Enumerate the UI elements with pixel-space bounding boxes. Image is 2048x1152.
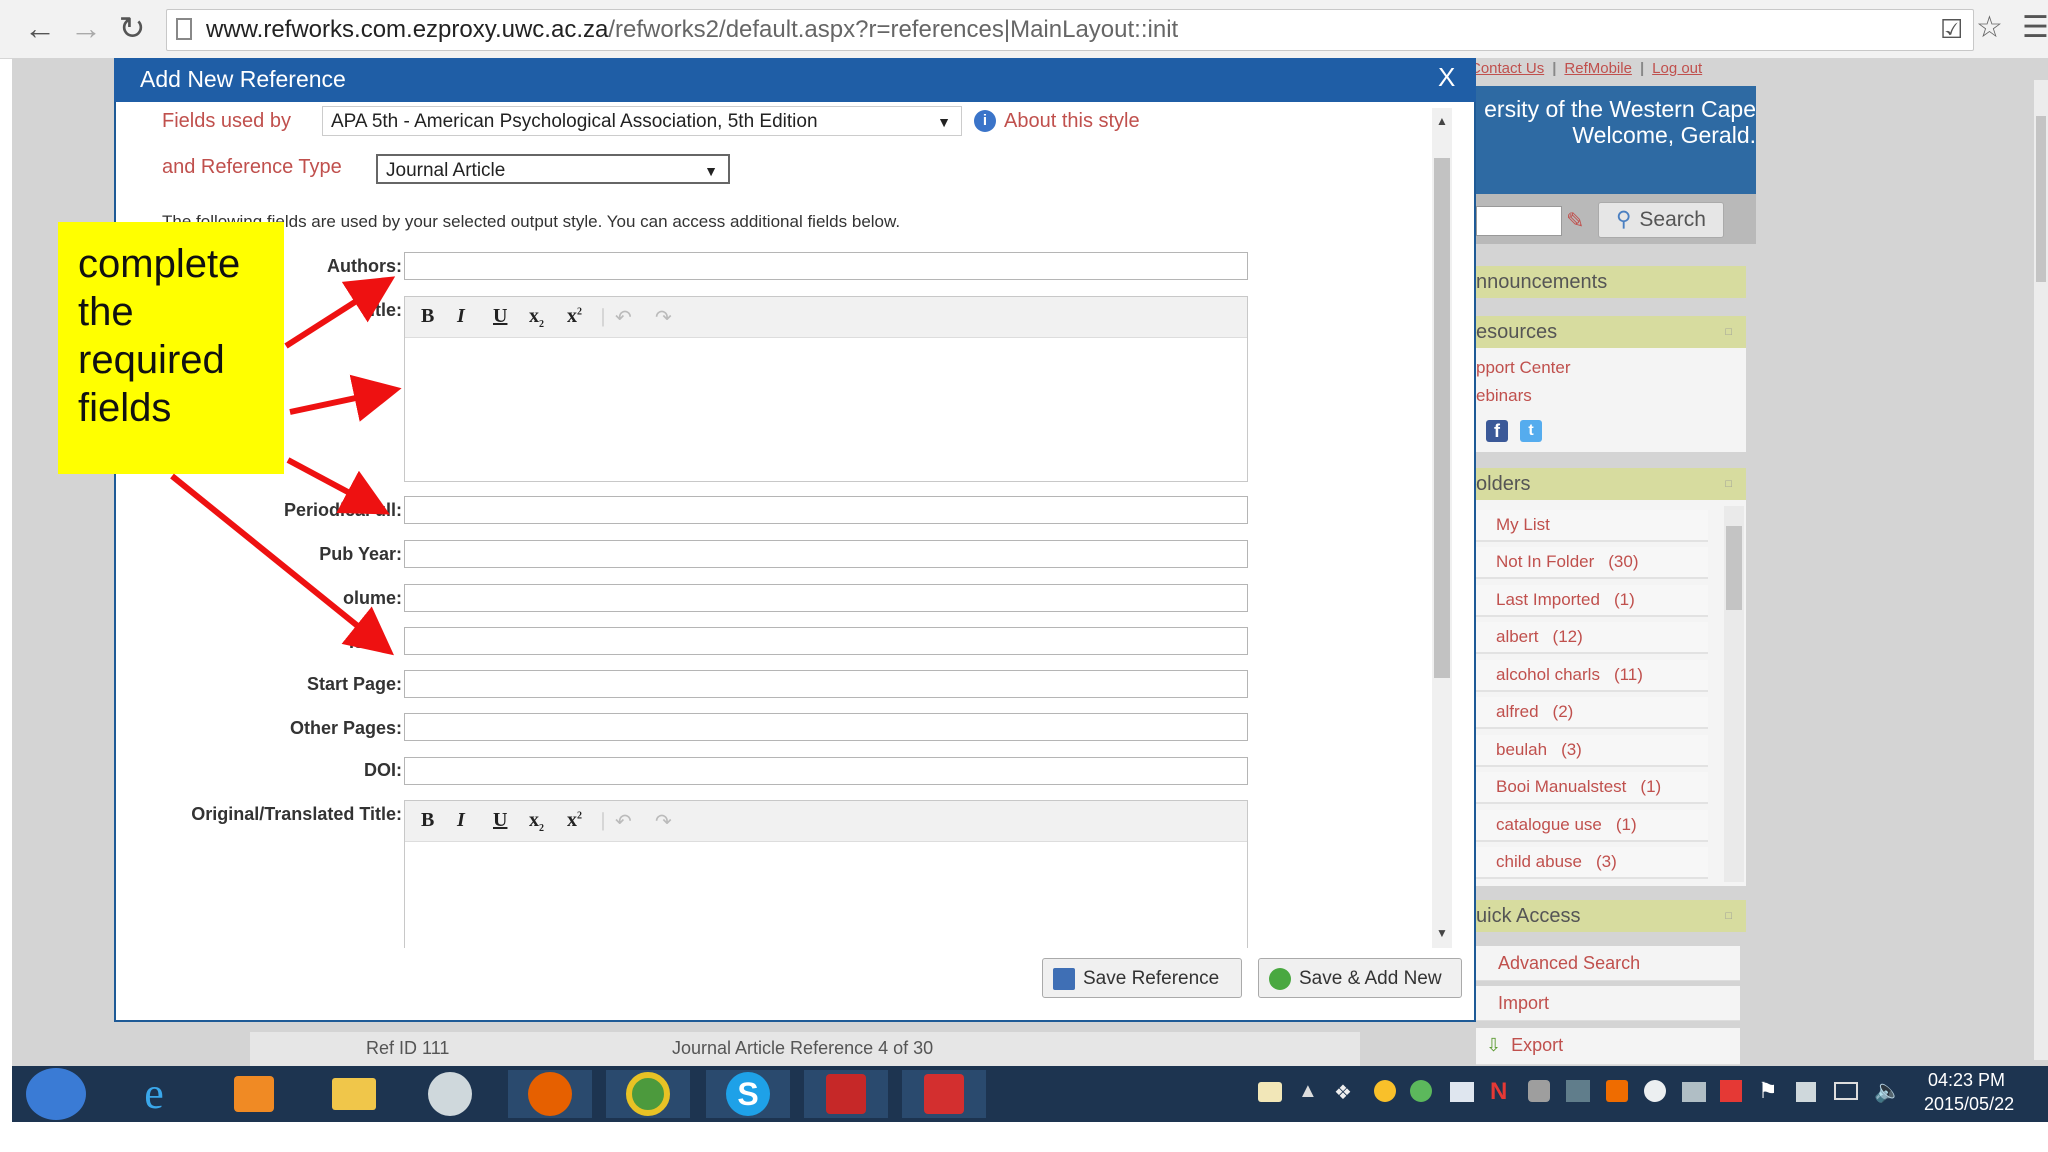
- media-player-icon[interactable]: [212, 1070, 296, 1118]
- tray-window-icon[interactable]: [1450, 1082, 1474, 1102]
- remote-app-icon[interactable]: [804, 1070, 888, 1118]
- acrobat-icon[interactable]: [902, 1070, 986, 1118]
- annotation-arrows: [170, 276, 402, 656]
- internet-explorer-icon[interactable]: e: [112, 1070, 196, 1118]
- skype-icon[interactable]: S: [706, 1070, 790, 1118]
- tray-volume-icon[interactable]: 🔈: [1874, 1078, 1901, 1104]
- arrow-to-authors: [284, 276, 396, 349]
- arrow-to-title: [289, 374, 402, 422]
- chrome-icon[interactable]: [606, 1070, 690, 1118]
- tray-display-icon[interactable]: [1834, 1082, 1858, 1100]
- tray-monitor-icon[interactable]: [1566, 1080, 1590, 1102]
- arrow-to-periodical: [286, 457, 390, 515]
- clock-date: 2015/05/22: [1924, 1094, 2015, 1114]
- clock-time: 04:23 PM: [1928, 1070, 2006, 1090]
- start-button-icon[interactable]: [26, 1068, 86, 1120]
- tray-clock-icon[interactable]: [1644, 1080, 1666, 1102]
- file-explorer-icon[interactable]: [312, 1070, 396, 1118]
- tray-n-icon[interactable]: N: [1490, 1078, 1507, 1106]
- arrow-to-issue: [170, 473, 395, 656]
- tray-device-icon[interactable]: [1796, 1082, 1816, 1102]
- firefox-icon[interactable]: [508, 1070, 592, 1118]
- tray-red-icon[interactable]: [1720, 1080, 1742, 1102]
- network-app-icon[interactable]: [408, 1070, 492, 1118]
- tray-notes-icon[interactable]: [1258, 1082, 1282, 1102]
- tray-orange-icon[interactable]: [1606, 1080, 1628, 1102]
- tray-dropbox-icon[interactable]: ❖: [1334, 1080, 1352, 1105]
- tray-flag-icon[interactable]: ⚑: [1758, 1078, 1778, 1104]
- tray-bell-icon[interactable]: ▲: [1298, 1080, 1318, 1103]
- tray-network-icon[interactable]: [1682, 1082, 1706, 1102]
- tray-shield-icon[interactable]: [1528, 1080, 1550, 1102]
- tray-chrome-icon[interactable]: [1410, 1080, 1432, 1102]
- tray-app-icon[interactable]: [1374, 1080, 1396, 1102]
